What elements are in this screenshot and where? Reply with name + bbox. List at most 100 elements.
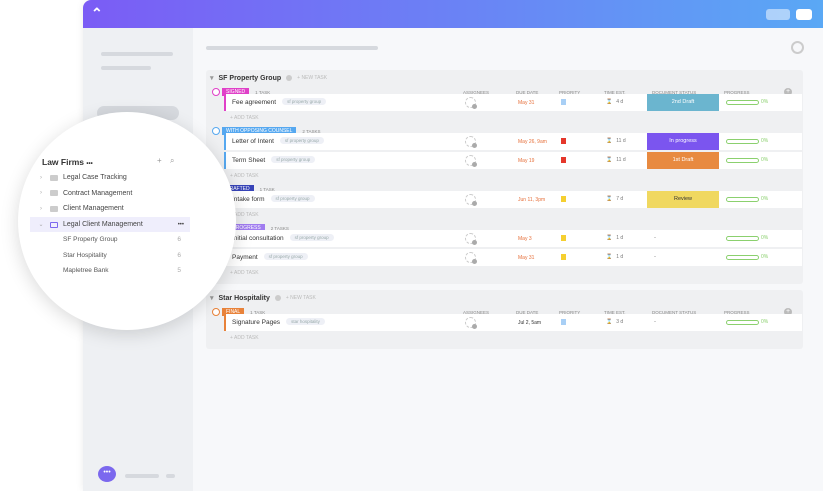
task-row[interactable]: Payment sf property group May 31 ⌛ 1 d - 0% (224, 249, 802, 266)
sidebar-list-item[interactable]: Mapletree Bank 5 (63, 267, 181, 274)
task-name[interactable]: Intake form sf property group (232, 195, 315, 203)
due-date[interactable]: May 26, 9am (518, 139, 547, 145)
assignee-icon[interactable] (465, 233, 477, 245)
new-task-button[interactable]: + NEW TASK (286, 295, 316, 301)
task-name[interactable]: Letter of Intent sf property group (232, 137, 324, 145)
chevron-icon[interactable]: › (30, 190, 46, 196)
priority-flag-icon[interactable] (561, 157, 566, 163)
workspace-title[interactable]: Law Firms ••• (42, 157, 93, 167)
task-name[interactable]: Fee agreement sf property group (232, 98, 327, 106)
task-title[interactable]: Fee agreement (232, 99, 276, 106)
sidebar-item[interactable]: › Client Management (30, 201, 190, 216)
due-date[interactable]: May 3 (518, 236, 532, 242)
status-collapse-icon[interactable] (212, 127, 220, 135)
priority-flag-icon[interactable] (561, 235, 566, 241)
list-name: Mapletree Bank (63, 267, 109, 274)
chevron-icon[interactable]: ⌄ (30, 221, 46, 228)
document-status[interactable]: - (654, 235, 656, 241)
document-status[interactable]: In progress (647, 133, 719, 150)
task-title[interactable]: Term Sheet (232, 157, 265, 164)
task-name[interactable]: Term Sheet sf property group (232, 156, 316, 164)
document-status[interactable]: 2nd Draft (647, 94, 719, 111)
chevron-icon[interactable]: › (30, 175, 46, 181)
assignee-icon[interactable] (465, 252, 477, 264)
group-title[interactable]: Star Hospitality (219, 295, 270, 302)
document-status[interactable]: - (654, 319, 656, 325)
add-task-button[interactable]: + ADD TASK (230, 270, 259, 276)
search-icon[interactable]: ⌕ (170, 156, 174, 166)
due-date[interactable]: Jul 2, 5am (518, 320, 541, 326)
task-row[interactable]: Fee agreement sf property group May 31 ⌛ 4 d… (224, 94, 802, 111)
task-row[interactable]: Intake form sf property group Jun 11, 3pm ⌛… (224, 191, 802, 208)
assignee-icon[interactable] (465, 317, 477, 329)
add-task-button[interactable]: + ADD TASK (230, 173, 259, 179)
time-estimate[interactable]: ⌛ 3 d (606, 319, 623, 325)
priority-flag-icon[interactable] (561, 254, 566, 260)
group-title[interactable]: SF Property Group (219, 75, 282, 82)
collapse-icon[interactable]: ▾ (210, 294, 214, 302)
info-icon[interactable] (286, 75, 293, 81)
add-task-button[interactable]: + ADD TASK (230, 115, 259, 121)
task-title[interactable]: Intake form (232, 196, 265, 203)
progress-percent: 0% (761, 157, 769, 163)
clickup-logo-icon[interactable]: ⌃ (91, 5, 107, 23)
sidebar-item[interactable]: › Contract Management (30, 186, 190, 201)
sidebar-item-label: Contract Management (63, 189, 133, 197)
document-status[interactable]: Review (647, 191, 719, 208)
add-icon[interactable]: + (157, 156, 162, 165)
priority-flag-icon[interactable] (561, 99, 566, 105)
task-title[interactable]: Signature Pages (232, 319, 280, 326)
due-date[interactable]: May 31 (518, 100, 534, 106)
time-estimate[interactable]: ⌛ 4 d (606, 99, 623, 105)
toolbar-button[interactable] (796, 9, 812, 20)
more-icon[interactable]: ••• (178, 222, 184, 228)
task-row[interactable]: Initial consultation sf property group May… (224, 230, 802, 247)
time-estimate[interactable]: ⌛ 11 d (606, 157, 626, 163)
task-title[interactable]: Initial consultation (232, 235, 284, 242)
time-estimate[interactable]: ⌛ 7 d (606, 196, 623, 202)
due-date[interactable]: May 31 (518, 255, 534, 261)
assignee-icon[interactable] (465, 155, 477, 167)
task-title[interactable]: Payment (232, 254, 258, 261)
sidebar-list-item[interactable]: Star Hospitality 6 (63, 252, 181, 259)
task-name[interactable]: Signature Pages star hospitality (232, 318, 325, 326)
add-task-button[interactable]: + ADD TASK (230, 335, 259, 341)
status-collapse-icon[interactable] (212, 308, 220, 316)
due-date[interactable]: May 19 (518, 158, 534, 164)
task-name[interactable]: Payment sf property group (232, 253, 308, 261)
task-row[interactable]: Signature Pages star hospitality Jul 2, 5a… (224, 314, 802, 331)
collapse-icon[interactable]: ▾ (210, 74, 214, 82)
priority-flag-icon[interactable] (561, 138, 566, 144)
time-estimate[interactable]: ⌛ 1 d (606, 254, 623, 260)
list-tag: sf property group (279, 137, 324, 144)
time-estimate[interactable]: ⌛ 11 d (606, 138, 626, 144)
priority-flag-icon[interactable] (561, 196, 566, 202)
assignee-icon[interactable] (465, 194, 477, 206)
progress-bar (726, 197, 759, 202)
list-count: 5 (177, 267, 181, 274)
document-status[interactable]: 1st Draft (647, 152, 719, 169)
status-collapse-icon[interactable] (212, 88, 220, 96)
folder-icon (50, 205, 58, 212)
task-name[interactable]: Initial consultation sf property group (232, 234, 334, 242)
sidebar-item[interactable]: ⌄ Legal Client Management ••• (30, 217, 190, 233)
sidebar-item[interactable]: › Legal Case Tracking (30, 170, 190, 185)
assignee-icon[interactable] (465, 97, 477, 109)
assignee-icon[interactable] (465, 136, 477, 148)
toolbar-button[interactable] (766, 9, 790, 20)
chat-icon[interactable]: ••• (98, 466, 116, 482)
time-estimate[interactable]: ⌛ 1 d (606, 235, 623, 241)
task-title[interactable]: Letter of Intent (232, 138, 274, 145)
sidebar-magnifier: Law Firms ••• + ⌕ › Legal Case Tracking › C… (18, 112, 236, 330)
task-row[interactable]: Term Sheet sf property group May 19 ⌛ 11 d 1s… (224, 152, 802, 169)
task-row[interactable]: Letter of Intent sf property group May 26,… (224, 133, 802, 150)
settings-icon[interactable] (791, 41, 804, 54)
priority-flag-icon[interactable] (561, 319, 566, 325)
chevron-icon[interactable]: › (30, 206, 46, 212)
new-task-button[interactable]: + NEW TASK (297, 75, 327, 81)
due-date[interactable]: Jun 11, 3pm (518, 197, 545, 203)
info-icon[interactable] (274, 295, 281, 301)
sidebar-item-label: Client Management (63, 205, 124, 213)
document-status[interactable]: - (654, 254, 656, 260)
sidebar-list-item[interactable]: SF Property Group 6 (63, 236, 181, 243)
